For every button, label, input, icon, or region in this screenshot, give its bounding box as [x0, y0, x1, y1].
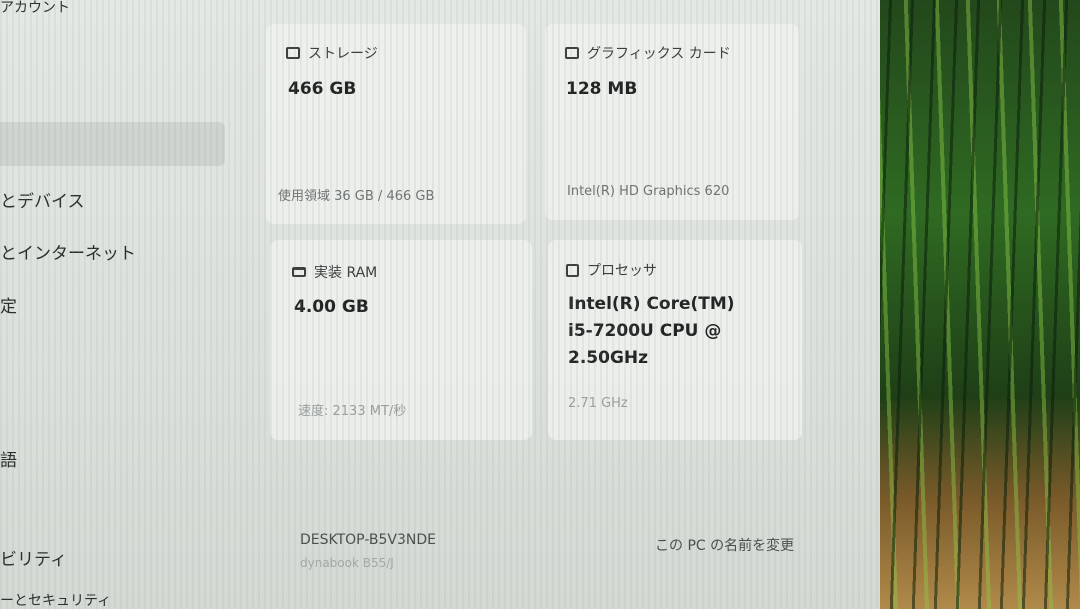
graphics-title-label: グラフィックス カード [587, 46, 731, 62]
processor-value-line-2: i5-7200U CPU @ [568, 321, 722, 341]
storage-card: ストレージ 466 GB 使用領域 36 GB / 466 GB [266, 24, 526, 224]
storage-card-title: ストレージ [286, 43, 378, 63]
graphics-card-title: グラフィックス カード [565, 43, 731, 63]
sidebar-item-network[interactable]: とインターネット [0, 239, 136, 264]
graphics-card: グラフィックス カード 128 MB Intel(R) HD Graphics … [545, 24, 799, 220]
sidebar-item-settings[interactable]: 定 [0, 292, 17, 317]
graphics-detail: Intel(R) HD Graphics 620 [567, 184, 730, 199]
bamboo-wallpaper [880, 0, 1080, 609]
graphics-card-icon [565, 47, 579, 59]
processor-title-label: プロセッサ [587, 263, 657, 279]
sidebar-selected-highlight [0, 122, 225, 166]
ram-icon [292, 267, 306, 277]
processor-value-line-1: Intel(R) Core(TM) [568, 294, 735, 314]
sidebar: アカウント とデバイス とインターネット 定 語 ビリティ ーとセキュリティ [0, 0, 250, 609]
ram-card-title: 実装 RAM [292, 262, 377, 282]
device-model: dynabook B55/J [300, 556, 394, 570]
sidebar-item-security[interactable]: ーとセキュリティ [0, 590, 111, 609]
sidebar-item-language[interactable]: 語 [0, 446, 17, 471]
processor-value: Intel(R) Core(TM) i5-7200U CPU @ 2.50GHz [568, 291, 735, 372]
sidebar-item-devices[interactable]: とデバイス [0, 187, 85, 212]
storage-icon [286, 47, 300, 59]
ram-value: 4.00 GB [294, 297, 369, 317]
storage-detail: 使用領域 36 GB / 466 GB [278, 189, 435, 204]
processor-card: プロセッサ Intel(R) Core(TM) i5-7200U CPU @ 2… [548, 240, 802, 440]
storage-value: 466 GB [288, 79, 357, 99]
ram-title-label: 実装 RAM [314, 265, 378, 281]
ram-speed: 速度: 2133 MT/秒 [298, 404, 407, 419]
device-name: DESKTOP-B5V3NDE [300, 532, 436, 548]
processor-value-line-3: 2.50GHz [568, 348, 649, 368]
ram-card: 実装 RAM 4.00 GB 速度: 2133 MT/秒 [270, 240, 532, 440]
processor-icon [566, 263, 579, 277]
graphics-value: 128 MB [566, 79, 638, 99]
processor-card-title: プロセッサ [566, 260, 657, 280]
processor-speed: 2.71 GHz [568, 396, 628, 411]
sidebar-item-accounts[interactable]: アカウント [0, 0, 70, 17]
settings-window: アカウント とデバイス とインターネット 定 語 ビリティ ーとセキュリティ ス… [0, 0, 880, 609]
storage-title-label: ストレージ [308, 46, 378, 62]
sidebar-item-accessibility[interactable]: ビリティ [0, 545, 67, 570]
rename-pc-button[interactable]: この PC の名前を変更 [655, 535, 794, 555]
